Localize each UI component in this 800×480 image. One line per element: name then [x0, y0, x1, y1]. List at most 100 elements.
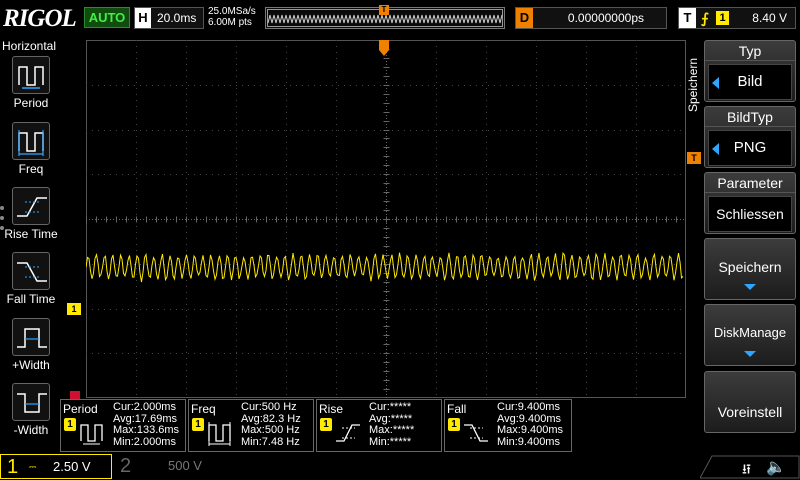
freq-icon — [208, 422, 231, 446]
down-arrow-icon — [744, 351, 756, 357]
trigger-position-top-marker: T — [379, 5, 389, 15]
channel2-number: 2 — [120, 455, 132, 477]
measurement-period[interactable]: Period 1 Cur:2.000ms Avg:17.69ms Max:133… — [60, 399, 186, 452]
menu-button-type[interactable]: Typ Bild — [704, 40, 796, 102]
measurement-fall[interactable]: Fall 1 Cur:9.400ms Avg:9.400ms Max:9.400… — [444, 399, 572, 452]
stat-minimum: Min:***** — [369, 435, 412, 448]
acquisition-info: 25.0MSa/s 6.00M pts — [208, 6, 256, 28]
menu-button-value-box: Schliessen — [708, 196, 792, 232]
channel1-trace — [86, 251, 684, 283]
measurement-name: Rise — [319, 402, 344, 416]
waveform-display[interactable] — [86, 40, 686, 398]
measurement-rise[interactable]: Rise 1 Cur:***** Avg:***** Max:***** Min… — [316, 399, 442, 452]
freq-icon — [12, 122, 50, 160]
channel2-tab[interactable]: 2 500 V — [114, 454, 226, 479]
run-state-badge[interactable]: AUTO — [84, 7, 130, 28]
trigger-position-marker[interactable] — [379, 40, 389, 56]
brand-logo: RIGOL — [3, 5, 77, 32]
measurement-channel-badge: 1 — [448, 418, 460, 431]
rising-edge-icon: ⨍ — [701, 10, 709, 26]
save-menu: Typ Bild BildTyp PNG Parameter Schliesse… — [704, 40, 800, 460]
stat-maximum: Max:9.400ms — [497, 424, 564, 436]
channel1-tab[interactable]: 1 ⎓ 2.50 V — [0, 454, 112, 479]
stat-current: Cur:9.400ms — [497, 401, 560, 413]
trigger-level-marker[interactable]: T — [687, 152, 701, 164]
delay-display[interactable]: D 0.00000000ps — [515, 7, 667, 29]
menu-button-parameter[interactable]: Parameter Schliessen — [704, 172, 796, 234]
speaker-mute-icon[interactable]: 🔈 — [766, 457, 786, 477]
rise-time-icon — [336, 424, 360, 442]
dc-coupling-icon: ⎓ — [29, 462, 37, 472]
menu-button-label: Voreinstell — [717, 404, 783, 420]
measurement-name: Period — [63, 402, 98, 416]
down-arrow-icon — [744, 284, 756, 290]
stat-minimum: Min:9.400ms — [497, 435, 560, 448]
measure-label: Fall Time — [6, 292, 56, 306]
measure-label: +Width — [12, 358, 50, 372]
trigger-source-badge: 1 — [716, 11, 729, 25]
measure-label: Rise Time — [4, 227, 58, 241]
measure-item-freq[interactable]: Freq — [0, 122, 62, 184]
measurement-stats: Cur:2.000ms Avg:17.69ms Max:133.6ms Min:… — [113, 401, 180, 448]
menu-button-save[interactable]: Speichern — [704, 238, 796, 300]
measure-item-positive-width[interactable]: +Width — [0, 318, 62, 380]
menu-button-label: DiskManage — [713, 325, 787, 340]
delay-label: D — [516, 8, 533, 28]
measure-item-fall-time[interactable]: Fall Time — [0, 252, 62, 314]
trigger-display[interactable]: T ⨍ 1 8.40 V — [678, 7, 796, 29]
stat-maximum: Max:***** — [369, 424, 415, 436]
measure-label: Period — [13, 96, 49, 110]
measurement-name: Freq — [191, 402, 216, 416]
horizontal-label: H — [135, 8, 151, 28]
menu-button-disk-manage[interactable]: DiskManage — [704, 304, 796, 366]
menu-button-label: Speichern — [718, 259, 782, 275]
menu-button-label: BildTyp — [705, 107, 795, 127]
menu-button-image-type[interactable]: BildTyp PNG — [704, 106, 796, 168]
menu-button-value-box: PNG — [708, 130, 792, 166]
stat-maximum: Max:133.6ms — [113, 424, 180, 436]
measurement-stats: Cur:9.400ms Avg:9.400ms Max:9.400ms Min:… — [497, 401, 564, 448]
period-icon — [12, 56, 50, 94]
menu-title: Speichern — [686, 57, 700, 112]
measure-item-negative-width[interactable]: -Width — [0, 383, 62, 445]
timebase-value: 20.0ms — [157, 11, 197, 25]
channel2-scale: 500 V — [168, 458, 202, 473]
period-icon — [80, 424, 103, 445]
horizontal-timebase[interactable]: H 20.0ms — [134, 7, 204, 29]
measurement-stats: Cur:500 Hz Avg:82.3 Hz Max:500 Hz Min:7.… — [241, 401, 301, 448]
channel1-offset-marker[interactable]: 1 — [67, 303, 81, 315]
measurement-freq[interactable]: Freq 1 Cur:500 Hz Avg:82.3 Hz Max:500 Hz… — [188, 399, 314, 452]
channel1-number: 1 — [7, 456, 19, 478]
menu-button-value: PNG — [733, 139, 767, 156]
stat-current: Cur:2.000ms — [113, 401, 176, 413]
measurement-channel-badge: 1 — [192, 418, 204, 431]
delay-value: 0.00000000ps — [567, 11, 644, 25]
trigger-level-value: 8.40 V — [752, 11, 787, 25]
sidebar-title: Horizontal — [2, 39, 57, 53]
top-status-bar: RIGOL AUTO H 20.0ms 25.0MSa/s 6.00M pts … — [0, 0, 800, 36]
measure-label: Freq — [18, 162, 44, 176]
measure-label: -Width — [13, 423, 49, 437]
sample-rate: 25.0MSa/s — [208, 6, 256, 17]
positive-width-icon — [12, 318, 50, 356]
stat-minimum: Min:7.48 Hz — [241, 435, 300, 448]
menu-button-label: Parameter — [705, 173, 795, 193]
stat-current: Cur:***** — [369, 401, 412, 413]
trigger-label: T — [679, 8, 696, 28]
menu-button-label: Typ — [705, 41, 795, 61]
channel-status-bar: 1 ⎓ 2.50 V 2 500 V — [0, 453, 800, 480]
fall-time-icon — [464, 424, 488, 442]
negative-width-icon — [12, 383, 50, 421]
measurement-name: Fall — [447, 402, 467, 416]
stat-maximum: Max:500 Hz — [241, 424, 300, 436]
measure-item-rise-time[interactable]: Rise Time — [0, 187, 62, 249]
rise-time-icon — [12, 187, 50, 225]
reference-marker — [70, 391, 80, 399]
fall-time-icon — [12, 252, 50, 290]
measurement-stats: Cur:***** Avg:***** Max:***** Min:***** — [369, 401, 415, 448]
measure-item-period[interactable]: Period — [0, 56, 62, 118]
menu-button-defaults[interactable]: Voreinstell — [704, 371, 796, 433]
channel1-scale: 2.50 V — [53, 459, 91, 474]
menu-button-value: Schliessen — [716, 206, 784, 222]
memory-depth: 6.00M pts — [208, 17, 252, 28]
